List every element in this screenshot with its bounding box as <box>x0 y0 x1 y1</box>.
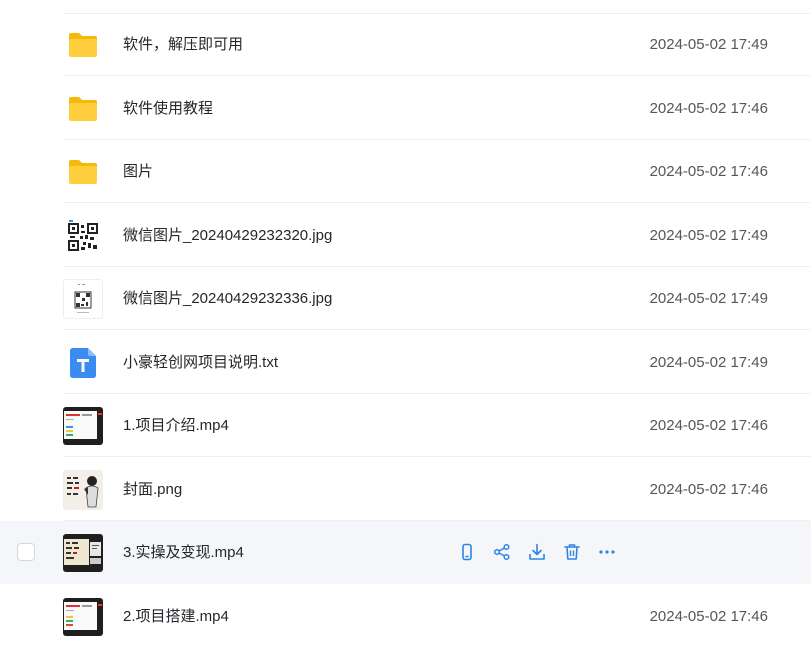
file-date: 2024-05-02 17:49 <box>649 290 768 307</box>
file-name[interactable]: 微信图片_20240429232336.jpg <box>123 267 332 330</box>
image-thumbnail-cover <box>63 470 103 510</box>
file-name[interactable]: 软件使用教程 <box>123 77 213 140</box>
file-name[interactable]: 微信图片_20240429232320.jpg <box>123 204 332 267</box>
folder-icon <box>63 152 103 192</box>
row-action-bar <box>456 541 631 563</box>
file-date: 2024-05-02 17:46 <box>649 163 768 180</box>
file-row[interactable]: 软件使用教程 2024-05-02 17:46 <box>0 77 811 140</box>
file-name[interactable]: 小豪轻创网项目说明.txt <box>123 331 278 394</box>
text-file-icon <box>63 343 103 383</box>
file-row-hovered[interactable]: 3.实操及变现.mp4 <box>0 521 811 584</box>
row-divider <box>63 456 811 457</box>
folder-icon <box>63 25 103 65</box>
file-row[interactable]: 小豪轻创网项目说明.txt 2024-05-02 17:49 <box>0 331 811 394</box>
file-name[interactable]: 软件，解压即可用 <box>123 13 243 76</box>
video-thumbnail <box>63 407 103 445</box>
file-date: 2024-05-02 17:46 <box>649 481 768 498</box>
file-name[interactable]: 封面.png <box>123 458 182 521</box>
delete-icon[interactable] <box>561 541 583 563</box>
file-row[interactable]: 微信图片_20240429232320.jpg 2024-05-02 17:49 <box>0 204 811 267</box>
row-divider <box>63 329 811 330</box>
file-date: 2024-05-02 17:46 <box>649 100 768 117</box>
file-row[interactable]: 微信图片_20240429232336.jpg 2024-05-02 17:49 <box>0 267 811 330</box>
row-checkbox[interactable] <box>17 543 35 561</box>
file-row[interactable]: 图片 2024-05-02 17:46 <box>0 140 811 203</box>
more-icon[interactable] <box>596 541 618 563</box>
download-icon[interactable] <box>526 541 548 563</box>
file-date: 2024-05-02 17:46 <box>649 417 768 434</box>
image-thumbnail-qr-small <box>63 279 103 319</box>
file-list: 软件，解压即可用 2024-05-02 17:49 软件使用教程 2024-05… <box>0 0 811 639</box>
row-divider <box>63 75 811 76</box>
top-divider <box>63 13 811 14</box>
folder-icon <box>63 89 103 129</box>
video-thumbnail <box>63 598 103 636</box>
file-date: 2024-05-02 17:49 <box>649 354 768 371</box>
file-date: 2024-05-02 17:49 <box>649 36 768 53</box>
share-icon[interactable] <box>491 541 513 563</box>
file-row[interactable]: 封面.png 2024-05-02 17:46 <box>0 458 811 521</box>
row-divider <box>63 202 811 203</box>
file-row[interactable]: 1.项目介绍.mp4 2024-05-02 17:46 <box>0 394 811 457</box>
file-row[interactable]: 软件，解压即可用 2024-05-02 17:49 <box>0 13 811 76</box>
file-name[interactable]: 3.实操及变现.mp4 <box>123 521 244 584</box>
phone-icon[interactable] <box>456 541 478 563</box>
file-name[interactable]: 图片 <box>123 140 153 203</box>
file-date: 2024-05-02 17:49 <box>649 227 768 244</box>
video-thumbnail <box>63 534 103 572</box>
image-thumbnail-qr <box>63 216 103 256</box>
file-name[interactable]: 1.项目介绍.mp4 <box>123 394 229 457</box>
